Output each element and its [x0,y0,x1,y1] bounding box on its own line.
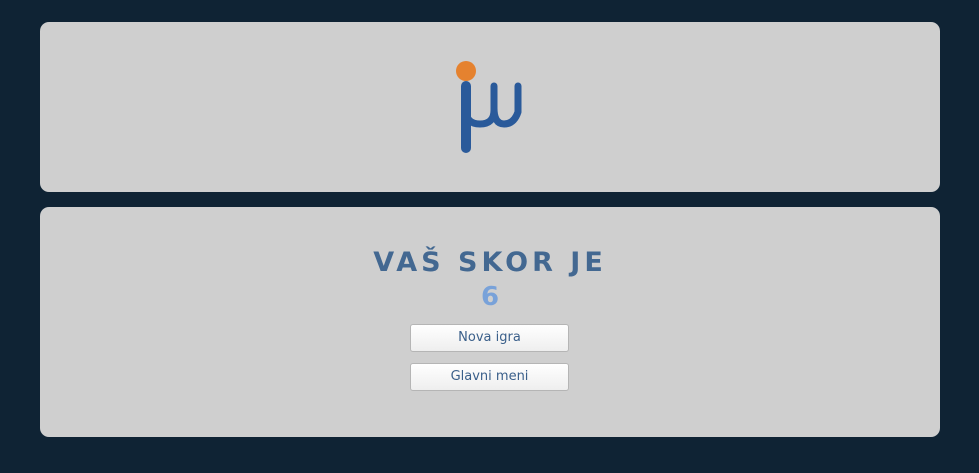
logo-panel [40,22,940,192]
main-menu-button[interactable]: Glavni meni [410,363,569,391]
score-panel: VAŠ SKOR JE 6 Nova igra Glavni meni [40,207,940,437]
new-game-button[interactable]: Nova igra [410,324,569,352]
score-value: 6 [480,282,500,312]
mu-logo-icon [456,61,522,153]
score-title: VAŠ SKOR JE [373,247,607,278]
